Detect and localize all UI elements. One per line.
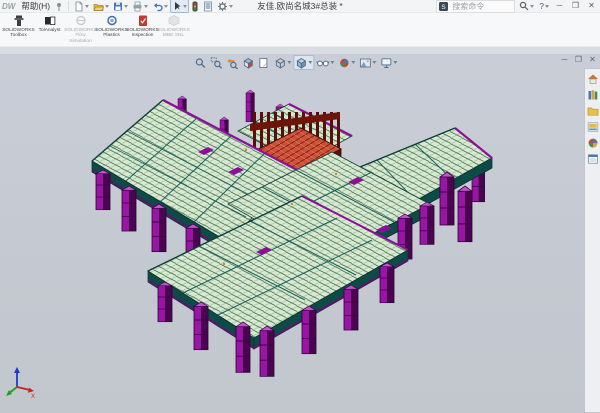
- solidworks-resources-tab[interactable]: [586, 72, 599, 85]
- quick-access-toolbar: [72, 0, 235, 13]
- orientation-triad: X: [3, 365, 37, 399]
- dropdown-caret: [229, 5, 233, 8]
- pushpin-icon[interactable]: [55, 2, 63, 11]
- close-button[interactable]: ✕: [585, 0, 598, 12]
- dropdown-caret: [330, 61, 334, 64]
- previous-view-button[interactable]: [224, 55, 240, 70]
- tolanalyst-icon: [43, 15, 57, 27]
- select-button[interactable]: [170, 0, 189, 13]
- plastics-icon: [105, 15, 119, 27]
- ribbon-button-flow-simulation[interactable]: SOLIDWORKS Flow Simulation: [65, 13, 96, 44]
- dropdown-caret: [372, 61, 376, 64]
- view-orientation-button[interactable]: [272, 55, 293, 70]
- ribbon-button-tolanalyst[interactable]: TolAnalyst: [34, 13, 65, 33]
- save-button[interactable]: [111, 0, 130, 13]
- triad-x-label: X: [31, 394, 35, 399]
- dropdown-caret: [183, 5, 187, 8]
- dropdown-caret: [308, 61, 312, 64]
- doc-restore-button[interactable]: ❐: [574, 54, 583, 65]
- toolbox-icon: [12, 15, 26, 27]
- hide-show-items-button[interactable]: [314, 55, 336, 70]
- title-bar: DW 帮助(H): [0, 0, 600, 13]
- custom-properties-tab[interactable]: [586, 152, 599, 165]
- search-scope-icon[interactable]: S: [439, 2, 448, 11]
- commandmanager-tab-strip[interactable]: [0, 46, 600, 54]
- separator: [68, 1, 69, 11]
- edit-appearance-button[interactable]: [336, 55, 357, 70]
- view-palette-tab[interactable]: [586, 120, 599, 133]
- flow-simulation-icon: [74, 15, 88, 27]
- minimize-button[interactable]: ─: [553, 0, 566, 12]
- main-content: ─ ❐ ✕ X: [0, 54, 600, 413]
- help-button[interactable]: ?: [538, 1, 550, 11]
- heads-up-view-toolbar: [192, 55, 399, 70]
- ribbon-button-solidworks-toolbox[interactable]: SOLIDWORKS Toolbox: [3, 13, 34, 39]
- search-input[interactable]: [450, 1, 512, 12]
- print-button[interactable]: [130, 0, 150, 13]
- solidworks-window: DW 帮助(H): [0, 0, 600, 412]
- assembly-model[interactable]: [0, 54, 584, 413]
- ribbon-toolbar: SOLIDWORKS Toolbox TolAnalyst SOLIDWORKS…: [0, 13, 600, 46]
- dropdown-caret: [144, 5, 148, 8]
- solidworks-logo-fragment: DW: [2, 2, 15, 11]
- ribbon-button-plastics[interactable]: SOLIDWORKS Plastics: [96, 13, 127, 39]
- inspection-icon: [136, 15, 150, 27]
- dropdown-caret: [85, 5, 89, 8]
- dropdown-caret: [530, 5, 534, 8]
- ribbon-button-mbd-snl[interactable]: SOLIDWORKS MBD SNL: [158, 13, 189, 39]
- apply-scene-button[interactable]: [357, 55, 378, 70]
- mbd-icon: [167, 15, 181, 27]
- menu-help[interactable]: 帮助(H): [18, 0, 53, 12]
- task-pane: [584, 68, 600, 413]
- file-explorer-tab[interactable]: [586, 104, 599, 117]
- options-button[interactable]: [215, 0, 235, 13]
- doc-close-button[interactable]: ✕: [588, 54, 597, 65]
- restore-button[interactable]: ❐: [569, 0, 582, 12]
- rebuild-button[interactable]: [189, 0, 201, 13]
- document-window-controls: ─ ❐ ✕: [560, 54, 597, 65]
- annotation-views-button[interactable]: [256, 55, 272, 70]
- search-box: S: [436, 0, 515, 13]
- ribbon-button-inspection[interactable]: SOLIDWORKS Inspection: [127, 13, 158, 39]
- section-view-button[interactable]: [240, 55, 256, 70]
- view-settings-button[interactable]: [378, 55, 399, 70]
- dropdown-caret: [164, 5, 168, 8]
- doc-minimize-button[interactable]: ─: [560, 54, 569, 65]
- dropdown-caret: [393, 61, 397, 64]
- design-library-tab[interactable]: [586, 88, 599, 101]
- titlebar-right-group: S ? ─ ❐ ✕: [436, 0, 600, 13]
- undo-button[interactable]: [150, 0, 170, 13]
- appearances-scenes-tab[interactable]: [586, 136, 599, 149]
- document-title: 友佳.欧尚名城3#总装 *: [257, 0, 343, 12]
- svg-text:S: S: [442, 4, 447, 11]
- dropdown-caret: [545, 5, 549, 8]
- search-button[interactable]: [518, 1, 535, 11]
- zoom-to-fit-button[interactable]: [192, 55, 208, 70]
- new-button[interactable]: [72, 0, 91, 13]
- graphics-area[interactable]: ─ ❐ ✕ X: [0, 54, 600, 413]
- dropdown-caret: [287, 61, 291, 64]
- dropdown-caret: [124, 5, 128, 8]
- open-button[interactable]: [91, 0, 111, 13]
- file-properties-button[interactable]: [201, 0, 215, 13]
- dropdown-caret: [105, 5, 109, 8]
- dropdown-caret: [351, 61, 355, 64]
- zoom-to-area-button[interactable]: [208, 55, 224, 70]
- display-style-button[interactable]: [293, 55, 314, 70]
